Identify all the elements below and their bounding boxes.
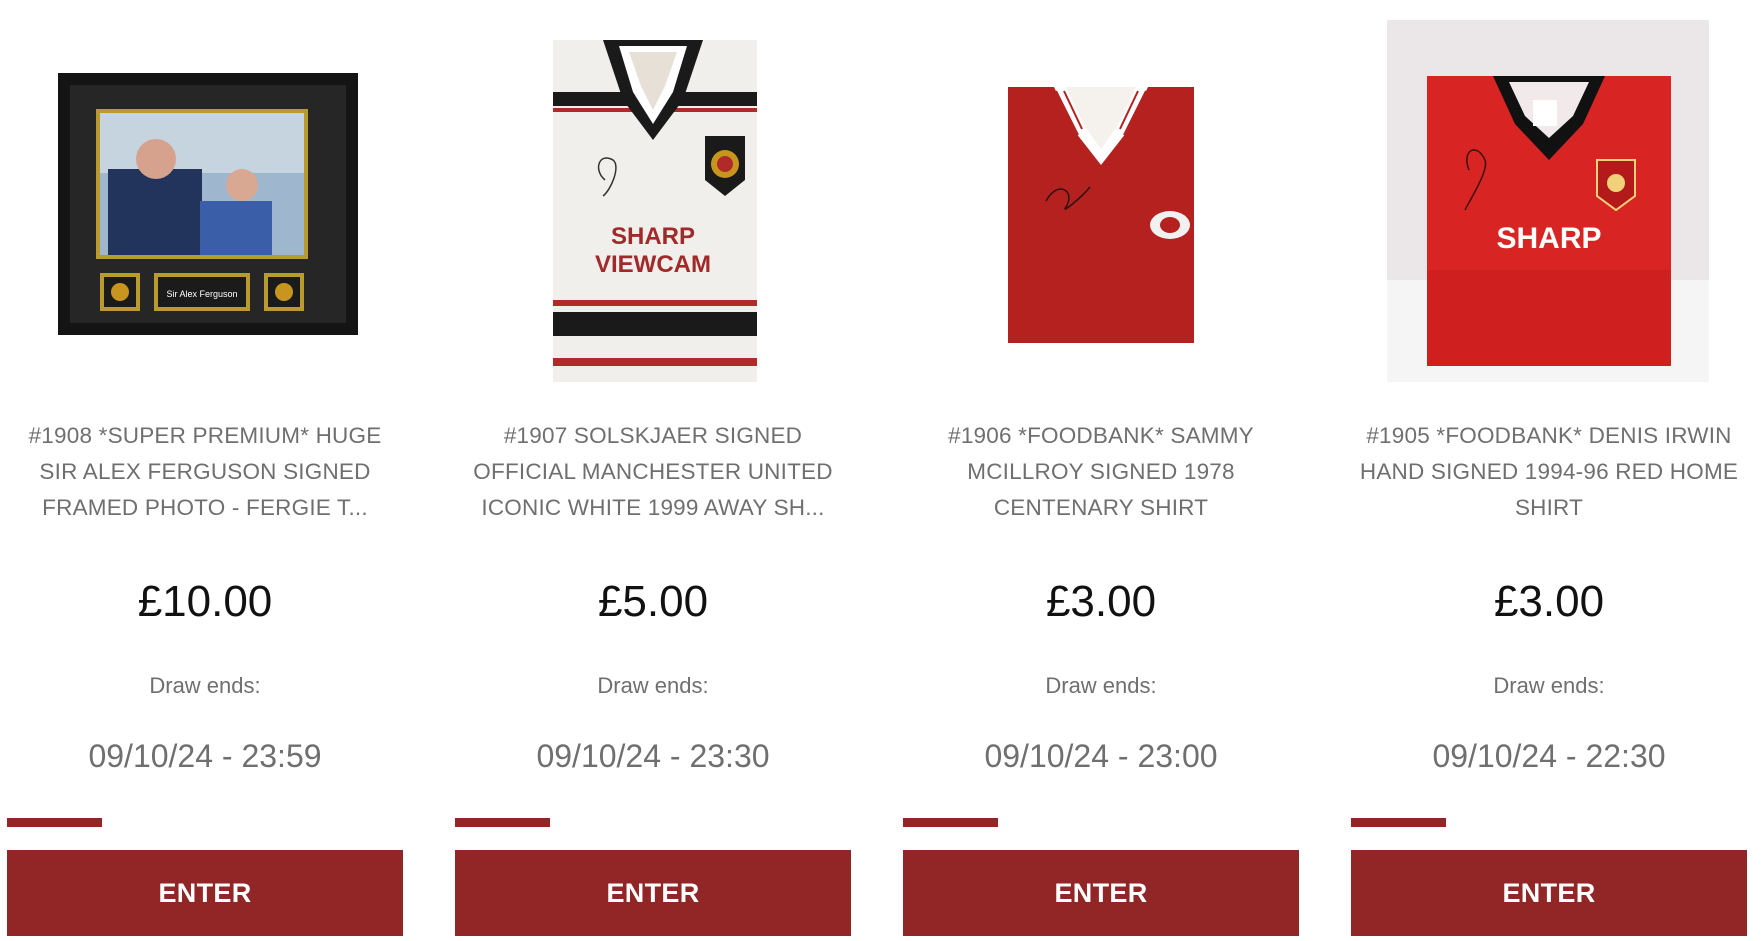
tickets-sold-progress: [455, 818, 851, 827]
product-image[interactable]: SHARP VIEWCAM: [455, 20, 851, 382]
progress-fill: [1351, 818, 1447, 827]
draw-ends-label: Draw ends:: [597, 673, 709, 698]
tickets-sold-progress: [1351, 818, 1747, 827]
shirt-sponsor-line1: SHARP: [611, 223, 695, 250]
progress-fill: [455, 818, 551, 827]
competition-card: #1906 *FOODBANK* SAMMY MCILLROY SIGNED 1…: [903, 0, 1299, 941]
enter-button[interactable]: ENTER: [455, 850, 851, 936]
draw-end-date: 09/10/24 - 23:59: [88, 738, 322, 774]
draw-end-date: 09/10/24 - 22:30: [1432, 738, 1666, 774]
competition-title[interactable]: #1908 *SUPER PREMIUM* HUGE SIR ALEX FERG…: [7, 418, 403, 526]
shirt-sponsor-line2: VIEWCAM: [595, 251, 711, 278]
enter-button[interactable]: ENTER: [7, 850, 403, 936]
ticket-price: £3.00: [1045, 577, 1157, 626]
competition-card: SHARP #1905 *FOODBANK* DENIS IRWIN HAND …: [1351, 0, 1747, 941]
ticket-price: £3.00: [1493, 577, 1605, 626]
red-centenary-shirt-image: [1008, 87, 1194, 343]
ticket-price: £10.00: [137, 577, 273, 626]
enter-button[interactable]: ENTER: [1351, 850, 1747, 936]
draw-ends-label: Draw ends:: [149, 673, 261, 698]
progress-fill: [7, 818, 103, 827]
product-image[interactable]: Sir Alex Ferguson: [7, 20, 403, 382]
competition-title[interactable]: #1907 SOLSKJAER SIGNED OFFICIAL MANCHEST…: [455, 418, 851, 526]
shirt-sponsor-line1: SHARP: [1496, 222, 1601, 255]
tickets-sold-progress: [7, 818, 403, 827]
product-image[interactable]: SHARP: [1351, 20, 1747, 382]
competition-title[interactable]: #1905 *FOODBANK* DENIS IRWIN HAND SIGNED…: [1351, 418, 1747, 526]
competition-card: SHARP VIEWCAM #1907 SOLSKJAER SIGNED OFF…: [455, 0, 851, 941]
ticket-price: £5.00: [597, 577, 709, 626]
tickets-sold-progress: [903, 818, 1299, 827]
competition-grid: Sir Alex Ferguson #1908 *SUPER PREMIUM* …: [0, 0, 1761, 941]
draw-ends-label: Draw ends:: [1493, 673, 1605, 698]
draw-ends-label: Draw ends:: [1045, 673, 1157, 698]
enter-button[interactable]: ENTER: [903, 850, 1299, 936]
red-home-shirt-image: SHARP: [1387, 20, 1709, 382]
draw-end-date: 09/10/24 - 23:30: [536, 738, 770, 774]
white-away-shirt-image: SHARP VIEWCAM: [553, 40, 757, 382]
frame-nameplate: Sir Alex Ferguson: [166, 289, 237, 299]
competition-card: Sir Alex Ferguson #1908 *SUPER PREMIUM* …: [7, 0, 403, 941]
framed-photo-image: Sir Alex Ferguson: [58, 73, 358, 335]
draw-end-date: 09/10/24 - 23:00: [984, 738, 1218, 774]
competition-title[interactable]: #1906 *FOODBANK* SAMMY MCILLROY SIGNED 1…: [903, 418, 1299, 526]
product-image[interactable]: [903, 20, 1299, 382]
progress-fill: [903, 818, 999, 827]
